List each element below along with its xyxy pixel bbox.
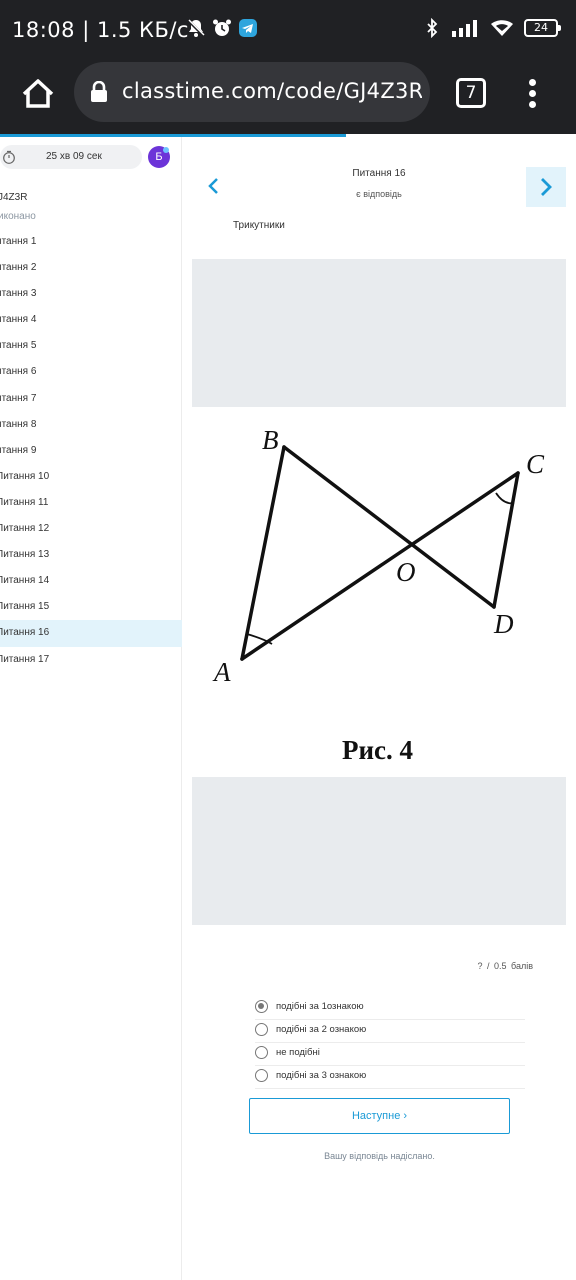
points-label: ? / 0.5 балів	[477, 961, 533, 971]
address-bar[interactable]: classtime.com/code/GJ4Z3R/1	[74, 62, 430, 122]
status-time: 18:08 | 1.5 КБ/с	[12, 18, 189, 42]
sidebar-question-item[interactable]: итання 2	[0, 255, 182, 281]
radio-button[interactable]	[255, 1023, 268, 1036]
segment-ab	[240, 445, 286, 661]
next-question-button[interactable]	[526, 167, 566, 207]
question-title: Питання 16	[352, 168, 406, 179]
radio-button[interactable]	[255, 1000, 268, 1013]
timer-text: 25 хв 09 сек	[46, 151, 102, 162]
answer-option[interactable]: не подібні	[255, 1043, 525, 1066]
wifi-icon	[491, 20, 513, 36]
url-text[interactable]: classtime.com/code/GJ4Z3R/1	[122, 79, 422, 103]
browser-menu-button[interactable]	[522, 76, 542, 112]
label-d: D	[493, 609, 514, 639]
avatar-status-dot	[163, 147, 169, 153]
sidebar-question-item[interactable]: итання 5	[0, 333, 182, 359]
answer-option-label: подібні за 3 ознакою	[276, 1070, 367, 1081]
sidebar-question-item[interactable]: итання 1	[0, 229, 182, 255]
segment-bd	[282, 445, 496, 609]
label-b: B	[262, 425, 279, 455]
previous-question-button[interactable]	[203, 175, 225, 197]
next-button[interactable]: Наступне ›	[249, 1098, 510, 1134]
answer-options: подібні за 1ознакою подібні за 2 ознакою н…	[255, 997, 525, 1089]
status-notification-icons	[186, 18, 258, 38]
question-status: є відповідь	[356, 189, 402, 199]
sidebar-question-item[interactable]: Питання 12	[0, 516, 182, 542]
bluetooth-icon	[427, 18, 438, 38]
timer: 25 хв 09 сек	[0, 145, 142, 169]
figure-caption: Рис. 4	[342, 735, 413, 765]
sidebar-question-item[interactable]: итання 3	[0, 281, 182, 307]
question-topic: Трикутники	[233, 220, 285, 231]
answer-option[interactable]: подібні за 1ознакою	[255, 997, 525, 1020]
sidebar-question-item[interactable]: итання 6	[0, 359, 182, 385]
browser-toolbar: classtime.com/code/GJ4Z3R/1 7	[0, 62, 576, 134]
session-code: J4Z3R	[0, 192, 28, 203]
radio-button[interactable]	[255, 1046, 268, 1059]
answer-option-label: не подібні	[276, 1047, 320, 1058]
angle-a-arc	[246, 633, 273, 645]
completion-status: иконано	[0, 211, 36, 222]
status-system-icons: 24	[422, 18, 561, 38]
sidebar-question-item[interactable]: итання 4	[0, 307, 182, 333]
battery-icon: 24	[524, 19, 561, 37]
question-image-container: B C O D A Рис. 4	[192, 259, 566, 925]
submitted-message: Вашу відповідь надіслано.	[324, 1151, 435, 1161]
sidebar-question-item[interactable]: Питання 17	[0, 647, 182, 673]
chevron-right-icon	[541, 178, 552, 196]
alarm-icon	[213, 19, 231, 36]
answer-option[interactable]: подібні за 2 ознакою	[255, 1020, 525, 1043]
telegram-icon	[239, 19, 257, 37]
sidebar-question-item[interactable]: Питання 10	[0, 464, 182, 490]
label-a: A	[212, 657, 231, 687]
lock-icon	[91, 81, 107, 102]
answer-option-label: подібні за 2 ознакою	[276, 1024, 367, 1035]
geometry-diagram: B C O D A Рис. 4	[212, 425, 545, 765]
triangles-figure: B C O D A Рис. 4	[192, 407, 566, 777]
label-o: O	[396, 557, 416, 587]
signal-icon	[452, 20, 477, 37]
sidebar-question-item[interactable]: Питання 14	[0, 568, 182, 594]
segment-ac	[240, 471, 520, 661]
label-c: C	[526, 449, 545, 479]
answer-option-label: подібні за 1ознакою	[276, 1001, 364, 1012]
home-icon[interactable]	[18, 74, 58, 114]
tabs-switcher-button[interactable]: 7	[456, 78, 486, 108]
status-bar: 18:08 | 1.5 КБ/с 24	[0, 0, 576, 62]
sidebar-question-item[interactable]: Питання 15	[0, 594, 182, 620]
sidebar: 25 хв 09 сек Б J4Z3R иконано итання 1 ита…	[0, 137, 182, 1280]
stopwatch-icon	[3, 150, 15, 164]
question-list: итання 1 итання 2 итання 3 итання 4 итання 5…	[0, 229, 182, 673]
answer-option[interactable]: подібні за 3 ознакою	[255, 1066, 525, 1089]
sidebar-question-item[interactable]: Питання 16	[0, 620, 182, 647]
sidebar-question-item[interactable]: Питання 13	[0, 542, 182, 568]
sidebar-question-item[interactable]: итання 8	[0, 412, 182, 438]
sidebar-question-item[interactable]: итання 7	[0, 386, 182, 412]
sidebar-question-item[interactable]: итання 9	[0, 438, 182, 464]
radio-button[interactable]	[255, 1069, 268, 1082]
bell-muted-icon	[186, 18, 206, 38]
segment-cd	[492, 471, 520, 609]
question-panel: Питання 16 є відповідь Трикутники B C O …	[183, 137, 576, 1280]
sidebar-question-item[interactable]: Питання 11	[0, 490, 182, 516]
